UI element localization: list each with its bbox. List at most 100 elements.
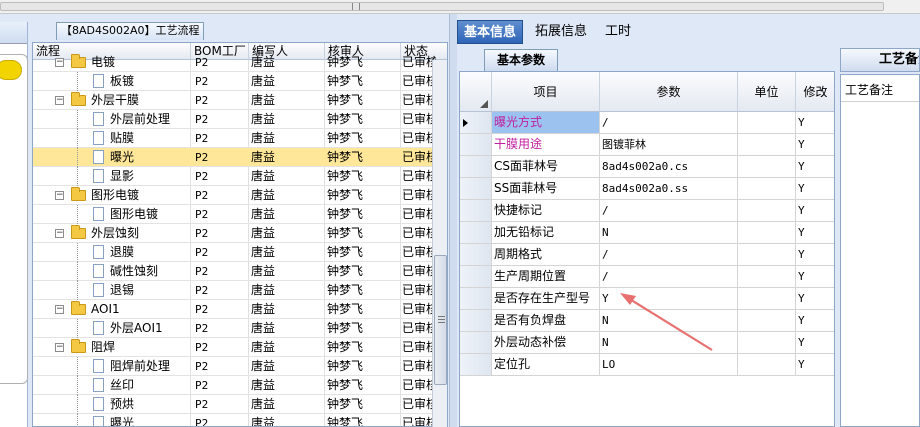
param-cell-value[interactable]: N <box>600 332 738 354</box>
row-indicator[interactable] <box>460 288 492 310</box>
tree-cell-status: 已审核 <box>402 378 436 392</box>
param-row[interactable]: 周期格式 / Y <box>460 244 834 266</box>
tree-cell-name: 曝光 <box>110 150 135 164</box>
tree-connector <box>77 281 78 300</box>
collapse-toggle-icon[interactable]: − <box>55 229 64 238</box>
tree-cell-status: 已审核 <box>402 150 436 164</box>
row-indicator[interactable] <box>460 310 492 332</box>
tab-work-hours[interactable]: 工时 <box>599 20 637 44</box>
param-row[interactable]: 干膜用途 图镀菲林 Y <box>460 134 834 156</box>
tree-cell-bom: P2 <box>195 75 209 88</box>
param-cell-unit <box>738 332 796 354</box>
process-notes-title: 工艺备注 <box>840 48 920 72</box>
param-row[interactable]: 曝光方式 / Y <box>460 112 834 134</box>
collapse-toggle-icon[interactable]: − <box>55 191 64 200</box>
param-col-header[interactable]: 参数 <box>600 72 738 112</box>
param-cell-value[interactable]: Y <box>600 288 738 310</box>
row-indicator[interactable] <box>460 178 492 200</box>
panel-splitter[interactable] <box>449 14 457 427</box>
top-scrollbar[interactable] <box>0 0 920 14</box>
collapse-toggle-icon[interactable]: − <box>55 343 64 352</box>
param-row[interactable]: 加无铅标记 N Y <box>460 222 834 244</box>
tree-row[interactable]: 阻焊前处理 P2 唐益 钟梦飞 已审核 <box>33 357 436 376</box>
tree-cell-status: 已审核 <box>402 397 436 411</box>
param-row[interactable]: SS面菲林号 8ad4s002a0.ss Y <box>460 178 834 200</box>
param-cell-value[interactable]: N <box>600 310 738 332</box>
param-row[interactable]: 外层动态补偿 N Y <box>460 332 834 354</box>
tree-connector <box>77 262 78 281</box>
row-indicator[interactable] <box>460 354 492 376</box>
tree-row[interactable]: − 外层蚀刻 P2 唐益 钟梦飞 已审核 <box>33 224 436 243</box>
param-cell-value[interactable]: 8ad4s002a0.cs <box>600 156 738 178</box>
param-cell-item: 快捷标记 <box>492 200 600 222</box>
collapse-toggle-icon[interactable]: − <box>55 96 64 105</box>
tree-row[interactable]: 曝光 P2 唐益 钟梦飞 已审核 <box>33 148 436 167</box>
row-indicator[interactable] <box>460 266 492 288</box>
param-cell-value[interactable]: 图镀菲林 <box>600 134 738 156</box>
param-cell-value[interactable]: 8ad4s002a0.ss <box>600 178 738 200</box>
top-scrollbar-thumb[interactable] <box>0 2 884 11</box>
param-cell-value[interactable]: LO <box>600 354 738 376</box>
param-row[interactable]: 生产周期位置 / Y <box>460 266 834 288</box>
document-icon <box>93 416 104 426</box>
param-col-header[interactable]: 项目 <box>492 72 600 112</box>
row-indicator[interactable] <box>460 200 492 222</box>
param-row[interactable]: 快捷标记 / Y <box>460 200 834 222</box>
tree-row[interactable]: 显影 P2 唐益 钟梦飞 已审核 <box>33 167 436 186</box>
tree-row[interactable]: 退膜 P2 唐益 钟梦飞 已审核 <box>33 243 436 262</box>
tree-row[interactable]: 板镀 P2 唐益 钟梦飞 已审核 <box>33 72 436 91</box>
tree-cell-reviewer: 钟梦飞 <box>327 188 364 202</box>
tree-scrollbar-thumb[interactable] <box>434 255 447 385</box>
collapse-toggle-icon[interactable]: − <box>55 305 64 314</box>
tree-row[interactable]: 预烘 P2 唐益 钟梦飞 已审核 <box>33 395 436 414</box>
chat-bubble-icon[interactable] <box>0 60 22 80</box>
row-indicator[interactable] <box>460 222 492 244</box>
row-indicator[interactable] <box>460 134 492 156</box>
tree-cell-status: 已审核 <box>402 359 436 373</box>
row-indicator[interactable] <box>460 244 492 266</box>
row-indicator[interactable] <box>460 112 492 134</box>
collapse-toggle-icon[interactable]: − <box>55 58 64 67</box>
param-row[interactable]: CS面菲林号 8ad4s002a0.cs Y <box>460 156 834 178</box>
param-row[interactable]: 是否有负焊盘 N Y <box>460 310 834 332</box>
tree-row[interactable]: − 阻焊 P2 唐益 钟梦飞 已审核 <box>33 338 436 357</box>
tab-basic-info[interactable]: 基本信息 <box>457 20 524 44</box>
param-row[interactable]: 定位孔 LO Y <box>460 354 834 376</box>
tree-cell-bom: P2 <box>195 379 209 392</box>
param-cell-value[interactable]: N <box>600 222 738 244</box>
tab-extended-info[interactable]: 拓展信息 <box>529 20 593 44</box>
tree-cell-status: 已审核 <box>402 55 436 69</box>
tree-cell-reviewer: 钟梦飞 <box>327 264 364 278</box>
param-cell-unit <box>738 288 796 310</box>
param-col-header[interactable]: 单位 <box>738 72 796 112</box>
tree-row[interactable]: 碱性蚀刻 P2 唐益 钟梦飞 已审核 <box>33 262 436 281</box>
param-col-header[interactable]: 修改 <box>796 72 834 112</box>
param-cell-unit <box>738 354 796 376</box>
process-notes-body[interactable]: 工艺备注 <box>840 74 920 427</box>
tree-row[interactable]: − 外层干膜 P2 唐益 钟梦飞 已审核 <box>33 91 436 110</box>
tree-cell-reviewer: 钟梦飞 <box>327 207 364 221</box>
process-flow-tab[interactable]: 【8AD4S002A0】工艺流程 <box>56 22 204 40</box>
tree-vertical-scrollbar[interactable] <box>432 60 447 427</box>
tab-basic-params[interactable]: 基本参数 <box>484 49 558 71</box>
row-indicator[interactable] <box>460 332 492 354</box>
tree-row[interactable]: 贴膜 P2 唐益 钟梦飞 已审核 <box>33 129 436 148</box>
param-cell-value[interactable]: / <box>600 200 738 222</box>
param-cell-value[interactable]: / <box>600 112 738 134</box>
tree-row[interactable]: 丝印 P2 唐益 钟梦飞 已审核 <box>33 376 436 395</box>
param-cell-value[interactable]: / <box>600 266 738 288</box>
tree-row[interactable]: 外层AOI1 P2 唐益 钟梦飞 已审核 <box>33 319 436 338</box>
tree-row[interactable]: 图形电镀 P2 唐益 钟梦飞 已审核 <box>33 205 436 224</box>
tree-row[interactable]: 曝光 P2 唐益 钟梦飞 已审核 <box>33 414 436 426</box>
document-icon <box>93 397 104 411</box>
tree-row[interactable]: 外层前处理 P2 唐益 钟梦飞 已审核 <box>33 110 436 129</box>
tree-row[interactable]: 退锡 P2 唐益 钟梦飞 已审核 <box>33 281 436 300</box>
tree-row[interactable]: − 电镀 P2 唐益 钟梦飞 已审核 <box>33 53 436 72</box>
param-cell-value[interactable]: / <box>600 244 738 266</box>
param-row[interactable]: 是否存在生产型号 Y Y <box>460 288 834 310</box>
row-indicator[interactable] <box>460 156 492 178</box>
tree-cell-writer: 唐益 <box>251 74 276 88</box>
tree-row[interactable]: − 图形电镀 P2 唐益 钟梦飞 已审核 <box>33 186 436 205</box>
tree-row[interactable]: − AOI1 P2 唐益 钟梦飞 已审核 <box>33 300 436 319</box>
tree-cell-status: 已审核 <box>402 283 436 297</box>
